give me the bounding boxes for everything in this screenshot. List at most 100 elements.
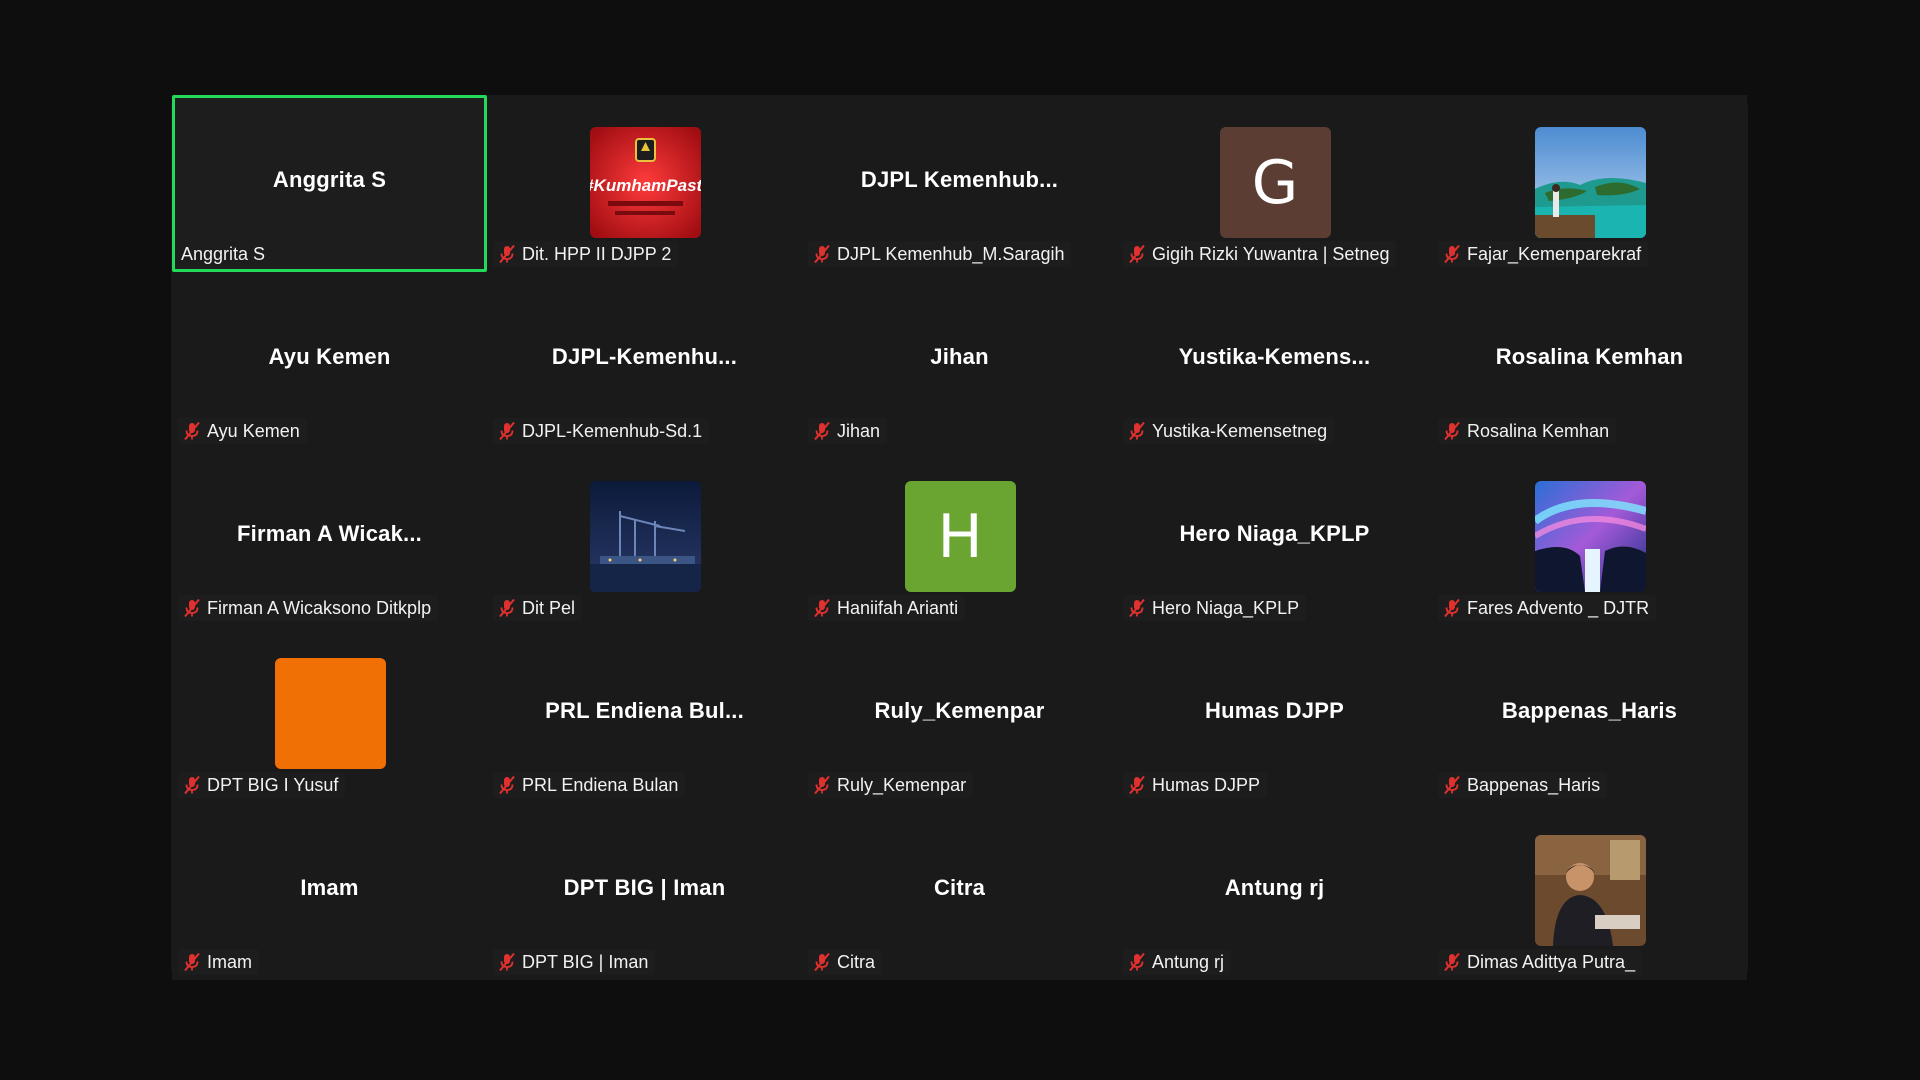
participant-display-name: Ruly_Kemenpar: [874, 698, 1045, 723]
participant-name-tag: Gigih Rizki Yuwantra | Setneg: [1123, 241, 1397, 267]
muted-mic-icon: [1443, 598, 1461, 618]
participant-name-tag: DPT BIG | Iman: [493, 949, 656, 975]
participant-name-label: Anggrita S: [181, 243, 266, 264]
participant-name-label: Antung rj: [1152, 951, 1225, 972]
participant-tile[interactable]: #KumhamPasti Dit. HPP II DJPP 2: [487, 95, 802, 272]
participant-name-label: Fajar_Kemenparekraf: [1467, 243, 1642, 264]
participant-name-tag: Haniifah Arianti: [808, 595, 966, 621]
muted-mic-icon: [1128, 598, 1146, 618]
participant-name-tag: Ayu Kemen: [178, 418, 307, 444]
participant-name-label: DJPL-Kemenhub-Sd.1: [522, 420, 703, 441]
muted-mic-icon: [1443, 421, 1461, 441]
participant-tile[interactable]: Anggrita S Anggrita S: [172, 95, 487, 272]
participant-name-tag: Rosalina Kemhan: [1438, 418, 1617, 444]
participant-name-label: Ruly_Kemenpar: [837, 774, 967, 795]
participant-display-name: Jihan: [930, 344, 989, 369]
participant-tile[interactable]: DJPL Kemenhub... DJPL Kemenhub_M.Saragih: [802, 95, 1117, 272]
participant-tile[interactable]: Bappenas_Haris Bappenas_Haris: [1432, 626, 1747, 803]
participant-tile[interactable]: Hero Niaga_KPLP Hero Niaga_KPLP: [1117, 449, 1432, 626]
participant-tile[interactable]: Citra Citra: [802, 803, 1117, 980]
muted-mic-icon: [1443, 244, 1461, 264]
participant-tile[interactable]: Fares Advento _ DJTR: [1432, 449, 1747, 626]
avatar-initial: H: [937, 501, 983, 572]
participant-name-label: DPT BIG I Yusuf: [207, 774, 339, 795]
video-gallery: Anggrita S Anggrita S #KumhamPasti Dit. HPP…: [171, 95, 1748, 980]
muted-mic-icon: [498, 244, 516, 264]
kumham-avatar-text: #KumhamPasti: [590, 176, 701, 195]
participant-name-tag: Dit Pel: [493, 595, 583, 621]
participant-name-label: Fares Advento _ DJTR: [1467, 597, 1650, 618]
muted-mic-icon: [498, 598, 516, 618]
participant-name-tag: Firman A Wicaksono Ditkplp: [178, 595, 439, 621]
participant-display-name: Hero Niaga_KPLP: [1179, 521, 1370, 546]
participant-name-tag: Hero Niaga_KPLP: [1123, 595, 1307, 621]
muted-mic-icon: [813, 952, 831, 972]
participant-display-name: Ayu Kemen: [268, 344, 391, 369]
participant-tile[interactable]: Humas DJPP Humas DJPP: [1117, 626, 1432, 803]
participant-tile[interactable]: Imam Imam: [172, 803, 487, 980]
muted-mic-icon: [813, 775, 831, 795]
participant-tile[interactable]: Fajar_Kemenparekraf: [1432, 95, 1747, 272]
muted-mic-icon: [813, 421, 831, 441]
participant-display-name: Antung rj: [1224, 875, 1325, 900]
participant-tile[interactable]: Ruly_Kemenpar Ruly_Kemenpar: [802, 626, 1117, 803]
participant-avatar: G: [1219, 127, 1331, 238]
participant-tile[interactable]: PRL Endiena Bul... PRL Endiena Bulan: [487, 626, 802, 803]
participant-tile[interactable]: Rosalina Kemhan Rosalina Kemhan: [1432, 272, 1747, 449]
participant-name-tag: Citra: [808, 949, 883, 975]
participant-tile[interactable]: DJPL-Kemenhu... DJPL-Kemenhub-Sd.1: [487, 272, 802, 449]
participant-name-tag: Bappenas_Haris: [1438, 772, 1608, 798]
participant-name-tag: DJPL Kemenhub_M.Saragih: [808, 241, 1072, 267]
participant-name-tag: Antung rj: [1123, 949, 1232, 975]
participant-name-label: PRL Endiena Bulan: [522, 774, 679, 795]
participant-name-label: Yustika-Kemensetneg: [1152, 420, 1328, 441]
participant-tile[interactable]: Dit Pel: [487, 449, 802, 626]
muted-mic-icon: [183, 952, 201, 972]
participant-tile[interactable]: DPT BIG | Iman DPT BIG | Iman: [487, 803, 802, 980]
muted-mic-icon: [1128, 952, 1146, 972]
participant-name-label: Humas DJPP: [1152, 774, 1261, 795]
participant-display-name: Bappenas_Haris: [1501, 698, 1678, 723]
participant-name-tag: Imam: [178, 949, 259, 975]
participant-name-tag: Humas DJPP: [1123, 772, 1268, 798]
participant-avatar: #KumhamPasti: [589, 127, 701, 238]
muted-mic-icon: [498, 952, 516, 972]
participant-display-name: Yustika-Kemens...: [1178, 344, 1371, 369]
muted-mic-icon: [1128, 244, 1146, 264]
participant-tile[interactable]: DPT BIG I Yusuf: [172, 626, 487, 803]
participant-tile[interactable]: G Gigih Rizki Yuwantra | Setneg: [1117, 95, 1432, 272]
muted-mic-icon: [183, 775, 201, 795]
participant-tile[interactable]: Firman A Wicak... Firman A Wicaksono Ditk…: [172, 449, 487, 626]
participant-name-tag: Dit. HPP II DJPP 2: [493, 241, 679, 267]
participant-tile[interactable]: Ayu Kemen Ayu Kemen: [172, 272, 487, 449]
participant-tile[interactable]: Yustika-Kemens... Yustika-Kemensetneg: [1117, 272, 1432, 449]
participant-display-name: Humas DJPP: [1205, 698, 1344, 723]
participant-name-tag: Dimas Adittya Putra_: [1438, 949, 1643, 975]
participant-display-name: Firman A Wicak...: [237, 521, 422, 546]
participant-name-tag: Ruly_Kemenpar: [808, 772, 974, 798]
participant-display-name: PRL Endiena Bul...: [545, 698, 744, 723]
participant-display-name: Rosalina Kemhan: [1495, 344, 1684, 369]
participant-name-label: Ayu Kemen: [207, 420, 300, 441]
participant-avatar: H: [904, 481, 1016, 592]
participant-tile[interactable]: H Haniifah Arianti: [802, 449, 1117, 626]
participant-name-label: Gigih Rizki Yuwantra | Setneg: [1152, 243, 1390, 264]
participant-name-label: Hero Niaga_KPLP: [1152, 597, 1300, 618]
participant-name-tag: DPT BIG I Yusuf: [178, 772, 346, 798]
participant-name-label: Rosalina Kemhan: [1467, 420, 1610, 441]
participant-name-label: Dit. HPP II DJPP 2: [522, 243, 672, 264]
muted-mic-icon: [498, 421, 516, 441]
participant-avatar: [1534, 127, 1646, 238]
muted-mic-icon: [1443, 952, 1461, 972]
participant-avatar: [589, 481, 701, 592]
participant-name-tag: Fares Advento _ DJTR: [1438, 595, 1657, 621]
participant-display-name: Imam: [300, 875, 359, 900]
participant-display-name: DJPL-Kemenhu...: [551, 344, 738, 369]
muted-mic-icon: [183, 421, 201, 441]
participant-name-tag: PRL Endiena Bulan: [493, 772, 686, 798]
participant-display-name: Citra: [933, 875, 986, 900]
participant-tile[interactable]: Jihan Jihan: [802, 272, 1117, 449]
participant-name-label: Jihan: [837, 420, 881, 441]
participant-tile[interactable]: Dimas Adittya Putra_: [1432, 803, 1747, 980]
participant-tile[interactable]: Antung rj Antung rj: [1117, 803, 1432, 980]
